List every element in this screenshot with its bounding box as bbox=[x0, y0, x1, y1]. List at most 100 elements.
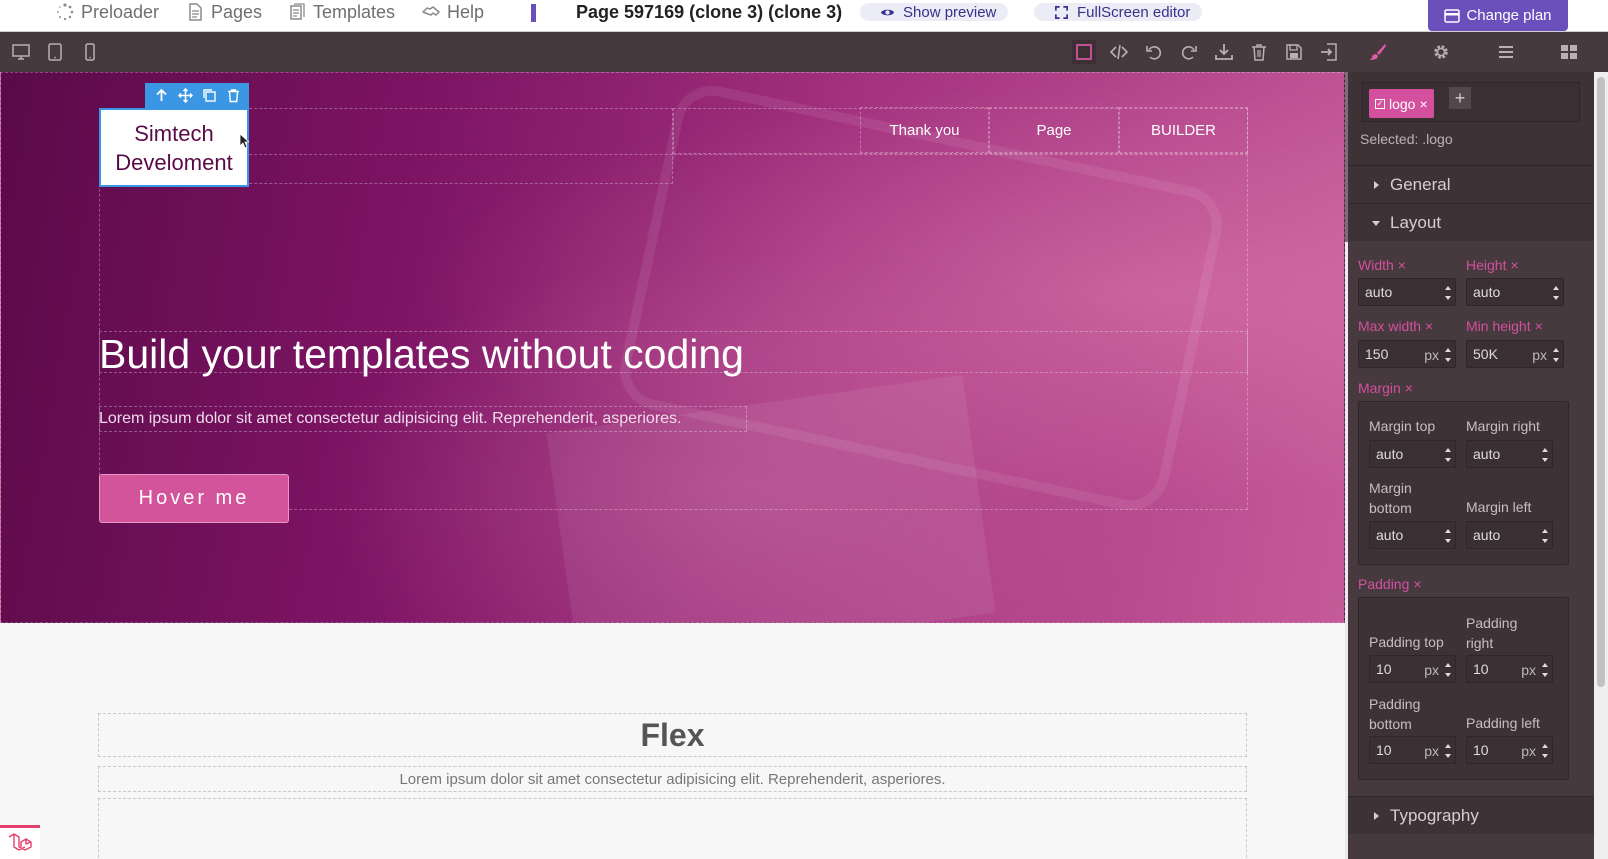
nav-link-builder[interactable]: BUILDER bbox=[1119, 107, 1248, 153]
layer-manager-button[interactable] bbox=[1494, 40, 1518, 64]
class-tag-label: logo bbox=[1389, 95, 1416, 112]
padding-top-input[interactable]: 10 px bbox=[1369, 655, 1456, 683]
hero-subtitle[interactable]: Lorem ipsum dolor sit amet consectetur a… bbox=[99, 410, 682, 428]
flex-title[interactable]: Flex bbox=[98, 713, 1247, 757]
border-toggle-icon bbox=[1076, 44, 1092, 60]
margin-top-input[interactable]: auto bbox=[1369, 440, 1456, 468]
move-icon[interactable] bbox=[177, 88, 193, 103]
stepper-icon[interactable] bbox=[1542, 744, 1548, 758]
clone-icon[interactable] bbox=[202, 88, 217, 103]
panel-scrollbar-thumb[interactable] bbox=[1597, 77, 1605, 687]
sector-layout-label: Layout bbox=[1390, 212, 1442, 232]
editor-canvas[interactable]: Thank you Page BUILDER Simtech Develomen… bbox=[0, 72, 1348, 859]
device-tablet-button[interactable] bbox=[43, 40, 67, 64]
show-preview-button[interactable]: Show preview bbox=[860, 3, 1009, 21]
margin-right-input[interactable]: auto bbox=[1466, 440, 1553, 468]
clear-max-width-icon[interactable]: × bbox=[1425, 318, 1433, 334]
clear-margin-icon[interactable]: × bbox=[1405, 380, 1413, 396]
redo-button[interactable] bbox=[1177, 40, 1201, 64]
max-width-input[interactable]: 150 px bbox=[1358, 340, 1456, 368]
flex-section[interactable]: Flex Lorem ipsum dolor sit amet consecte… bbox=[0, 624, 1345, 859]
flex-subtitle[interactable]: Lorem ipsum dolor sit amet consectetur a… bbox=[98, 766, 1247, 792]
add-class-button[interactable]: + bbox=[1449, 87, 1471, 109]
blocks-button[interactable] bbox=[1557, 40, 1581, 64]
min-height-input[interactable]: 50K px bbox=[1466, 340, 1564, 368]
checkbox-icon[interactable]: ✓ bbox=[1375, 98, 1385, 109]
clear-width-icon[interactable]: × bbox=[1398, 257, 1406, 273]
select-parent-icon[interactable] bbox=[154, 88, 169, 103]
sector-typography[interactable]: Typography bbox=[1348, 796, 1594, 834]
import-button[interactable] bbox=[1317, 40, 1341, 64]
sector-layout[interactable]: Layout bbox=[1348, 203, 1594, 241]
save-button[interactable] bbox=[1282, 40, 1306, 64]
undo-icon bbox=[1146, 46, 1162, 60]
hero-title[interactable]: Build your templates without coding bbox=[99, 331, 744, 378]
margin-left-label: Margin left bbox=[1466, 499, 1532, 515]
page-title: Page 597169 (clone 3) (clone 3) bbox=[576, 1, 843, 22]
width-label: Width × bbox=[1358, 257, 1406, 273]
stepper-icon[interactable] bbox=[1445, 286, 1451, 300]
clear-min-height-icon[interactable]: × bbox=[1535, 318, 1543, 334]
stepper-icon[interactable] bbox=[1445, 529, 1451, 543]
logo[interactable]: Simtech Develoment bbox=[99, 108, 249, 187]
stepper-icon[interactable] bbox=[1542, 663, 1548, 677]
laravel-icon bbox=[8, 832, 32, 851]
stepper-icon[interactable] bbox=[1445, 744, 1451, 758]
nav-preloader[interactable]: Preloader bbox=[56, 0, 159, 24]
height-input[interactable]: auto bbox=[1466, 278, 1564, 306]
laravel-logo[interactable] bbox=[0, 825, 40, 859]
hero-section[interactable]: Thank you Page BUILDER Simtech Develomen… bbox=[0, 72, 1345, 672]
code-view-button[interactable] bbox=[1107, 40, 1131, 64]
toggle-borders-button[interactable] bbox=[1072, 40, 1096, 64]
layers-icon bbox=[1499, 46, 1513, 58]
selected-label: Selected: .logo bbox=[1360, 131, 1453, 147]
stepper-icon[interactable] bbox=[1445, 663, 1451, 677]
remove-tag-icon[interactable]: × bbox=[1419, 96, 1427, 112]
nav-pages[interactable]: Pages bbox=[186, 0, 262, 24]
blocks-icon bbox=[1561, 45, 1577, 59]
hover-me-button[interactable]: Hover me bbox=[99, 474, 289, 523]
panel-scrollbar[interactable] bbox=[1594, 72, 1608, 859]
clear-padding-icon[interactable]: × bbox=[1413, 576, 1421, 592]
clear-height-icon[interactable]: × bbox=[1510, 257, 1518, 273]
download-button[interactable] bbox=[1212, 40, 1236, 64]
padding-bottom-input[interactable]: 10 px bbox=[1369, 736, 1456, 764]
stepper-icon[interactable] bbox=[1542, 529, 1548, 543]
clear-canvas-button[interactable] bbox=[1247, 40, 1271, 64]
width-input[interactable]: auto bbox=[1358, 278, 1456, 306]
margin-left-input[interactable]: auto bbox=[1466, 521, 1553, 549]
padding-right-label: Padding right bbox=[1466, 615, 1518, 651]
nav-link-thank-you[interactable]: Thank you bbox=[860, 107, 989, 153]
nav-help[interactable]: Help bbox=[422, 0, 484, 24]
margin-bottom-input[interactable]: auto bbox=[1369, 521, 1456, 549]
show-preview-label: Show preview bbox=[903, 3, 997, 21]
editor-toolbar bbox=[0, 32, 1608, 72]
change-plan-button[interactable]: Change plan bbox=[1428, 0, 1568, 31]
nav-link-page[interactable]: Page bbox=[989, 107, 1119, 153]
padding-right-input[interactable]: 10 px bbox=[1466, 655, 1553, 683]
caret-right-icon bbox=[1374, 812, 1379, 820]
padding-left-input[interactable]: 10 px bbox=[1466, 736, 1553, 764]
sector-general[interactable]: General bbox=[1348, 165, 1594, 203]
padding-top-label: Padding top bbox=[1369, 634, 1444, 650]
undo-button[interactable] bbox=[1142, 40, 1166, 64]
max-width-label: Max width × bbox=[1358, 318, 1434, 334]
class-tag-logo[interactable]: ✓ logo × bbox=[1369, 89, 1434, 118]
delete-icon[interactable] bbox=[226, 88, 241, 103]
redo-icon bbox=[1181, 46, 1197, 60]
fullscreen-editor-button[interactable]: FullScreen editor bbox=[1034, 3, 1203, 21]
nav-templates-label: Templates bbox=[313, 1, 396, 22]
nav-templates[interactable]: Templates bbox=[288, 0, 395, 24]
trait-settings-button[interactable] bbox=[1429, 40, 1453, 64]
nav-preloader-label: Preloader bbox=[81, 1, 160, 22]
stepper-icon[interactable] bbox=[1445, 448, 1451, 462]
stepper-icon[interactable] bbox=[1542, 448, 1548, 462]
flex-container[interactable] bbox=[98, 798, 1247, 859]
stepper-icon[interactable] bbox=[1553, 286, 1559, 300]
class-tags-container[interactable]: ✓ logo × + bbox=[1362, 82, 1580, 122]
device-desktop-button[interactable] bbox=[9, 40, 33, 64]
stepper-icon[interactable] bbox=[1553, 348, 1559, 362]
device-mobile-button[interactable] bbox=[78, 40, 102, 64]
style-manager-button[interactable] bbox=[1366, 40, 1390, 64]
stepper-icon[interactable] bbox=[1445, 348, 1451, 362]
